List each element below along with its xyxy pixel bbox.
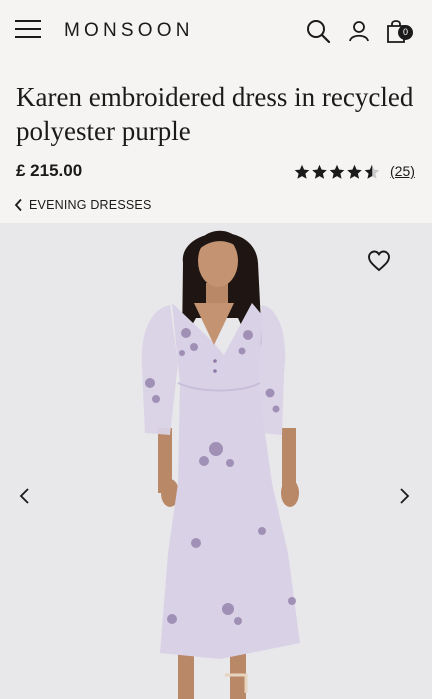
- star-icon: [294, 164, 310, 179]
- star-icon: [312, 164, 327, 179]
- model-photo: [0, 223, 432, 699]
- product-image[interactable]: [0, 223, 432, 699]
- half-star-icon: [364, 164, 380, 179]
- search-icon[interactable]: [305, 18, 331, 44]
- chevron-left-icon[interactable]: [15, 485, 35, 507]
- breadcrumb[interactable]: EVENING DRESSES: [14, 196, 151, 214]
- site-header: MONSOON 0: [0, 0, 432, 64]
- menu-icon[interactable]: [14, 18, 42, 40]
- breadcrumb-label: EVENING DRESSES: [29, 198, 152, 212]
- star-icon: [329, 164, 345, 179]
- brand-logo[interactable]: MONSOON: [64, 20, 194, 42]
- account-icon[interactable]: [346, 18, 372, 44]
- chevron-right-icon[interactable]: [394, 485, 414, 507]
- bag-count-badge: 0: [398, 25, 413, 40]
- review-count-link[interactable]: (25): [390, 163, 415, 179]
- product-title: Karen embroidered dress in recycled poly…: [16, 82, 414, 146]
- star-rating[interactable]: [294, 163, 382, 180]
- product-price: £ 215.00: [16, 161, 83, 180]
- heart-icon[interactable]: [367, 250, 391, 272]
- chevron-left-icon: [14, 198, 22, 212]
- star-icon: [347, 164, 362, 179]
